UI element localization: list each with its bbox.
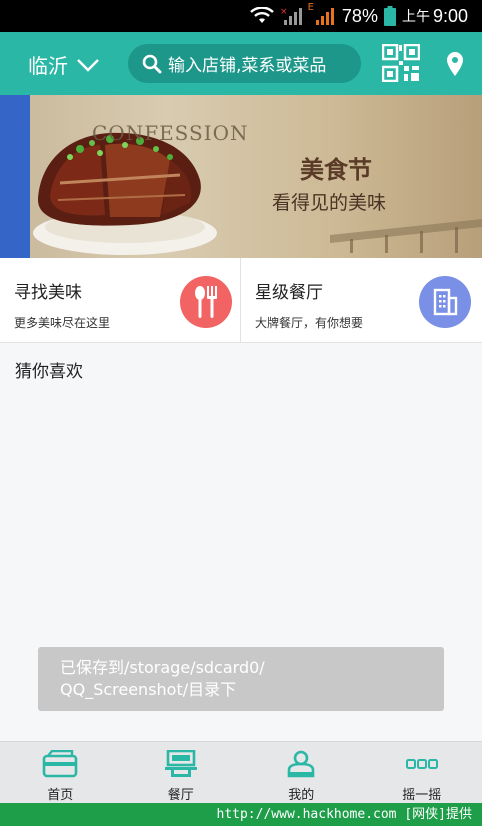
tab-label: 我的 — [288, 788, 315, 803]
banner-accent-stripe — [0, 95, 30, 258]
restaurant-icon — [164, 750, 197, 777]
time-period: 上午 — [401, 9, 430, 25]
bottom-tab-bar: 首页 餐厅 我的 摇一摇 — [0, 741, 482, 803]
location-pin-icon[interactable] — [445, 51, 465, 77]
signal-icon — [315, 8, 334, 25]
clock: 9:00 — [432, 5, 468, 26]
search-input[interactable]: 输入店铺,菜系或菜品 — [128, 44, 361, 83]
chevron-down-icon — [77, 58, 99, 72]
toast-line-2: QQ_Screenshot/目录下 — [60, 680, 237, 699]
building-icon — [419, 276, 471, 328]
app-screen: × E 78% 上午 9:00 临沂 输入店铺,菜系或菜品 CONFESSION… — [0, 0, 482, 803]
category-entries: 寻找美味 更多美味尽在这里 星级餐厅 大牌餐厅，有你想要 — [0, 258, 482, 343]
entry-find-food[interactable]: 寻找美味 更多美味尽在这里 — [0, 258, 241, 343]
battery-icon — [383, 6, 396, 26]
banner-subtitle: 看得见的美味 — [272, 192, 387, 214]
source-watermark: http://www.hackhome.com [网侠]提供 — [0, 803, 482, 826]
entry-subtitle: 更多美味尽在这里 — [14, 316, 111, 330]
tab-mine[interactable]: 我的 — [241, 742, 362, 803]
entry-star-restaurants[interactable]: 星级餐厅 大牌餐厅，有你想要 — [241, 258, 482, 343]
status-bar: × E 78% 上午 9:00 — [0, 0, 482, 32]
tab-shake[interactable]: 摇一摇 — [362, 742, 482, 803]
qr-code-icon[interactable] — [382, 44, 420, 82]
tab-label: 首页 — [47, 788, 74, 803]
svg-text:×: × — [280, 7, 288, 17]
search-placeholder: 输入店铺,菜系或菜品 — [168, 56, 327, 76]
entry-title: 寻找美味 — [14, 283, 82, 303]
promo-banner[interactable]: CONFESSION — [0, 95, 482, 258]
app-header: 临沂 输入店铺,菜系或菜品 — [0, 32, 482, 95]
tab-label: 餐厅 — [167, 788, 194, 803]
entry-title: 星级餐厅 — [255, 283, 323, 303]
recommendations-heading: 猜你喜欢 — [15, 362, 83, 382]
shake-dots-icon — [405, 759, 438, 769]
banner-title: 美食节 — [300, 155, 372, 184]
entry-subtitle: 大牌餐厅，有你想要 — [255, 316, 364, 330]
user-icon — [287, 750, 315, 778]
tab-home[interactable]: 首页 — [0, 742, 121, 803]
saved-screenshot-toast: 已保存到/storage/sdcard0/ QQ_Screenshot/目录下 — [38, 647, 444, 711]
search-icon — [142, 54, 162, 73]
city-selector[interactable]: 临沂 — [28, 50, 100, 79]
tab-label: 摇一摇 — [402, 788, 442, 803]
home-card-icon — [42, 750, 78, 778]
city-label: 临沂 — [28, 54, 68, 78]
fork-knife-icon — [180, 276, 232, 328]
toast-line-1: 已保存到/storage/sdcard0/ — [60, 658, 265, 677]
wifi-icon — [249, 7, 274, 23]
signal-icon: × — [280, 7, 302, 25]
banner-english-text: CONFESSION — [92, 121, 249, 145]
tab-restaurants[interactable]: 餐厅 — [121, 742, 242, 803]
battery-percent: 78% — [341, 5, 378, 26]
